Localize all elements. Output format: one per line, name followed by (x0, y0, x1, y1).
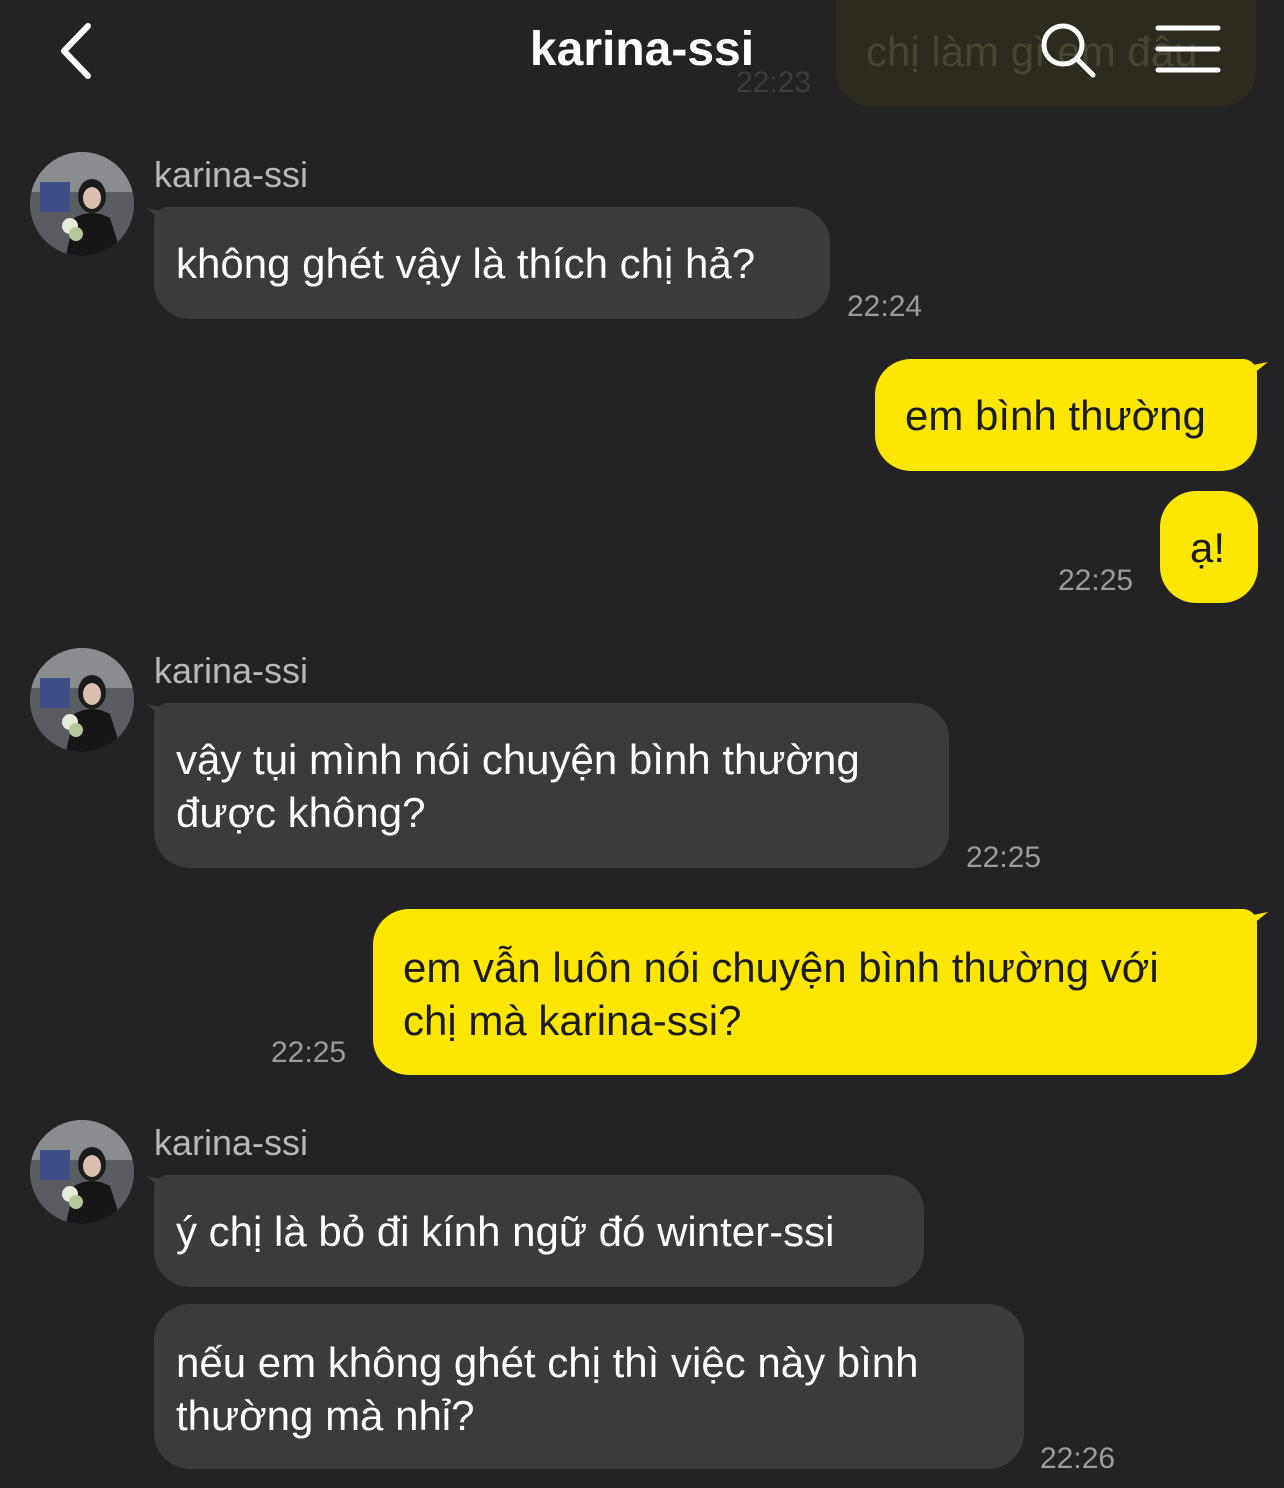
message-text-line: vậy tụi mình nói chuyện bình thường (176, 736, 860, 783)
bubble-tail (1238, 362, 1268, 386)
avatar-photo (30, 648, 134, 752)
incoming-message-bubble[interactable]: ý chị là bỏ đi kính ngữ đó winter-ssi (154, 1175, 924, 1287)
search-button[interactable] (1038, 20, 1098, 80)
message-time: 22:25 (966, 841, 1042, 874)
sender-name: karina-ssi (154, 1122, 309, 1163)
scrolled-message-text: chị làm gì em đâu (866, 28, 1198, 75)
message-time: 22:25 (1058, 564, 1134, 597)
outgoing-message-bubble[interactable]: em bình thường (875, 359, 1257, 471)
message-text: không ghét vậy là thích chị hả? (176, 240, 756, 287)
sender-name: karina-ssi (154, 650, 309, 691)
back-chevron-icon (61, 23, 91, 79)
message-text: em bình thường (905, 392, 1206, 439)
avatar[interactable] (30, 152, 134, 256)
avatar-photo (30, 152, 134, 256)
message-time: 22:25 (271, 1036, 347, 1069)
message-text-line: thường mà nhỉ? (176, 1392, 475, 1439)
scrolled-message-time: 22:23 (736, 66, 812, 99)
message-text-line: được không? (176, 789, 426, 836)
outgoing-message-bubble[interactable]: em vẫn luôn nói chuyện bình thường với c… (373, 909, 1257, 1075)
message-time: 22:24 (847, 290, 923, 323)
incoming-message-bubble[interactable]: nếu em không ghét chị thì việc này bình … (154, 1304, 1024, 1469)
message-text-line: chị mà karina-ssi? (403, 997, 742, 1044)
avatar[interactable] (30, 648, 134, 752)
menu-icon (1155, 25, 1221, 73)
search-icon (1041, 23, 1096, 78)
bubble-tail (1238, 912, 1268, 936)
incoming-message-bubble[interactable]: vậy tụi mình nói chuyện bình thường được… (154, 703, 949, 868)
message-text-line: nếu em không ghét chị thì việc này bình (176, 1339, 919, 1386)
outgoing-message-bubble[interactable]: ạ! (1160, 491, 1258, 603)
back-button[interactable] (52, 18, 112, 88)
incoming-message-bubble[interactable]: không ghét vậy là thích chị hả? (154, 207, 830, 319)
avatar[interactable] (30, 1120, 134, 1224)
message-time: 22:26 (1040, 1442, 1116, 1475)
menu-button[interactable] (1155, 22, 1221, 76)
message-text-line: em vẫn luôn nói chuyện bình thường với (403, 944, 1159, 991)
sender-name: karina-ssi (154, 154, 309, 195)
message-text: ạ! (1190, 524, 1226, 571)
avatar-photo (30, 1120, 134, 1224)
message-text: ý chị là bỏ đi kính ngữ đó winter-ssi (176, 1208, 835, 1255)
